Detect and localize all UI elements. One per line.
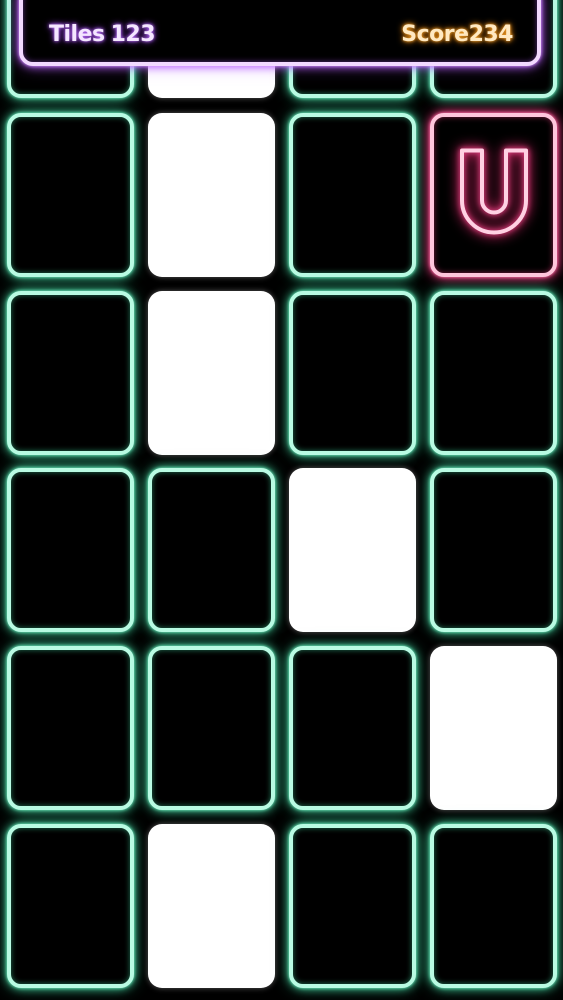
empty-tile[interactable]: [289, 113, 416, 277]
tiles-counter: Tiles 123: [49, 22, 156, 47]
empty-tile[interactable]: [148, 646, 275, 810]
magnet-icon: [458, 147, 530, 244]
tap-tile[interactable]: [148, 291, 275, 455]
game-screen: Tiles 123 Score234: [0, 0, 563, 1000]
empty-tile[interactable]: [430, 291, 557, 455]
score-panel: Tiles 123 Score234: [19, 0, 541, 66]
empty-tile[interactable]: [7, 291, 134, 455]
empty-tile[interactable]: [289, 646, 416, 810]
powerup-tile[interactable]: [430, 113, 557, 277]
tiles-value: 123: [110, 22, 156, 47]
tap-tile[interactable]: [430, 646, 557, 810]
empty-tile[interactable]: [430, 468, 557, 632]
empty-tile[interactable]: [430, 824, 557, 988]
empty-tile[interactable]: [289, 824, 416, 988]
empty-tile[interactable]: [7, 113, 134, 277]
score-value: 234: [468, 22, 514, 47]
tap-tile[interactable]: [148, 824, 275, 988]
tap-tile[interactable]: [148, 113, 275, 277]
empty-tile[interactable]: [7, 824, 134, 988]
tiles-label: Tiles: [49, 22, 105, 47]
tap-tile[interactable]: [289, 468, 416, 632]
empty-tile[interactable]: [289, 291, 416, 455]
score-counter: Score234: [401, 22, 513, 47]
score-label: Score: [401, 22, 469, 47]
empty-tile[interactable]: [148, 468, 275, 632]
empty-tile[interactable]: [7, 468, 134, 632]
empty-tile[interactable]: [7, 646, 134, 810]
